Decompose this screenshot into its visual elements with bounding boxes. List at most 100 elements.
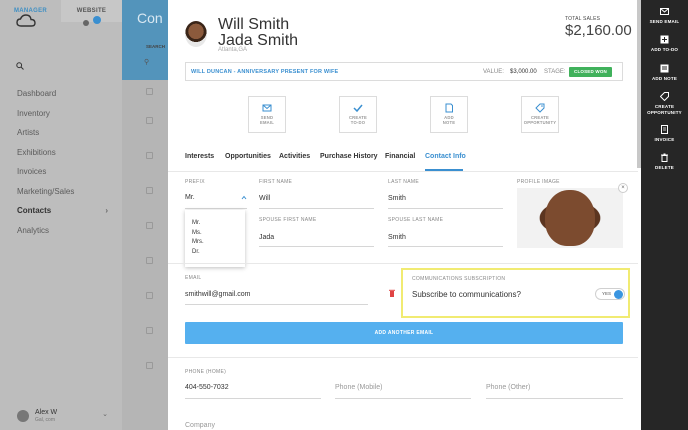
chevron-up-icon[interactable] (241, 195, 247, 200)
tab-opportunities[interactable]: Opportunities (225, 153, 271, 160)
tag-icon (660, 92, 669, 101)
tab-purchase-history[interactable]: Purchase History (320, 153, 378, 160)
phone-home-underline (185, 398, 321, 399)
mail-icon (262, 104, 272, 112)
section-divider (168, 263, 638, 264)
row-checkbox[interactable] (146, 257, 153, 264)
prefix-option-dr[interactable]: Dr. (185, 248, 245, 258)
chevron-right-icon: › (105, 206, 108, 215)
cloud-logo-icon (16, 14, 36, 27)
nav-item-dashboard[interactable]: Dashboard (0, 84, 122, 104)
nav-item-invoices[interactable]: Invoices (0, 162, 122, 182)
row-checkbox[interactable] (146, 222, 153, 229)
email-underline (185, 304, 368, 305)
plus-icon (660, 35, 669, 44)
row-checkbox[interactable] (146, 152, 153, 159)
avatar (17, 410, 29, 422)
phone-other-underline (486, 398, 623, 399)
nav-item-artists[interactable]: Artists (0, 123, 122, 143)
communications-subscription: COMMUNICATIONS SUBSCRIPTION Subscribe to… (401, 268, 630, 318)
user-subtitle: Gal, com (35, 417, 56, 423)
background-nav: Dashboard Inventory Artists Exhibitions … (0, 84, 122, 240)
row-checkbox[interactable] (146, 327, 153, 334)
row-checkbox[interactable] (146, 117, 153, 124)
spouse-last-label: SPOUSE LAST NAME (388, 217, 444, 223)
profile-image-label: PROFILE IMAGE (517, 179, 560, 185)
create-opportunity-button[interactable]: CREATE OPPORTUNITY (521, 96, 559, 133)
action-send-email[interactable]: SEND EMAIL (641, 7, 688, 25)
nav-item-exhibitions[interactable]: Exhibitions (0, 143, 122, 163)
subscription-toggle[interactable]: YES (595, 288, 625, 300)
user-menu[interactable]: Alex W Gal, com ⌄ (0, 400, 122, 430)
toggle-label: YES (602, 291, 612, 296)
background-header: Con SEARCH ⚲ (122, 0, 168, 80)
send-email-label-2: EMAIL (259, 120, 275, 125)
add-another-email-button[interactable]: ADD ANOTHER EMAIL (185, 322, 623, 344)
last-name-label: LAST NAME (388, 179, 419, 185)
phone-home-field[interactable]: 404-550-7032 (185, 384, 229, 391)
prefix-underline (185, 208, 247, 209)
remove-image-icon[interactable]: × (618, 183, 628, 193)
trash-icon[interactable] (389, 289, 395, 297)
invoice-icon (661, 125, 668, 134)
phone-other-field[interactable]: Phone (Other) (486, 384, 530, 391)
profile-image[interactable] (517, 188, 623, 248)
phone-home-label: PHONE (HOME) (185, 369, 227, 375)
action-create-opportunity[interactable]: CREATE OPPORTUNITY (641, 92, 688, 116)
action-invoice[interactable]: INVOICE (641, 125, 688, 143)
prefix-option-mr[interactable]: Mr. (185, 219, 245, 229)
note-icon (660, 64, 669, 73)
subscription-label: COMMUNICATIONS SUBSCRIPTION (412, 276, 506, 282)
tab-financial[interactable]: Financial (385, 153, 415, 160)
search-icon[interactable] (16, 62, 24, 70)
tabs-divider (168, 171, 638, 172)
contact-location: Atlanta,GA (218, 47, 248, 53)
prefix-option-mrs[interactable]: Mrs. (185, 238, 245, 248)
prefix-label: PREFIX (185, 179, 205, 185)
row-checkbox[interactable] (146, 292, 153, 299)
prefix-select[interactable]: Mr. (185, 194, 195, 201)
stage-badge: CLOSED WON (569, 67, 612, 77)
prefix-option-ms[interactable]: Ms. (185, 229, 245, 239)
contact-detail-panel: Will Smith Jada Smith Atlanta,GA TOTAL S… (168, 0, 641, 430)
first-name-field[interactable]: Will (259, 195, 270, 202)
opportunity-name[interactable]: WILL DUNCAN - ANNIVERSARY PRESENT FOR WI… (191, 69, 338, 75)
spouse-last-field[interactable]: Smith (388, 234, 406, 241)
tag-icon (535, 103, 545, 113)
nav-item-marketing-sales[interactable]: Marketing/Sales (0, 182, 122, 202)
nav-item-analytics[interactable]: Analytics (0, 221, 122, 241)
page-title: Con (137, 10, 163, 26)
send-email-button[interactable]: SEND EMAIL (248, 96, 286, 133)
trash-icon (661, 153, 668, 162)
first-name-underline (259, 208, 374, 209)
action-delete[interactable]: DELETE (641, 153, 688, 171)
company-field[interactable]: Company (185, 422, 215, 429)
last-name-field[interactable]: Smith (388, 195, 406, 202)
toggle-knob (614, 290, 623, 299)
filter-icon[interactable]: ⚲ (144, 58, 149, 66)
create-opportunity-label-2: OPPORTUNITY (523, 120, 557, 125)
total-sales-value: $2,160.00 (565, 22, 632, 39)
phone-mobile-field[interactable]: Phone (Mobile) (335, 384, 382, 391)
mail-icon (660, 8, 669, 15)
phone-mobile-underline (335, 398, 471, 399)
create-todo-label-2: TO-DO (350, 120, 366, 125)
tab-interests[interactable]: Interests (185, 153, 214, 160)
action-add-todo[interactable]: ADD TO-DO (641, 35, 688, 53)
settings-icon[interactable] (82, 14, 104, 28)
tab-contact-info[interactable]: Contact Info (425, 153, 466, 160)
action-add-note[interactable]: ADD NOTE (641, 64, 688, 82)
contact-avatar (185, 21, 207, 47)
nav-item-contacts[interactable]: Contacts › (0, 201, 122, 221)
add-note-button[interactable]: ADD NOTE (430, 96, 468, 133)
nav-item-inventory[interactable]: Inventory (0, 104, 122, 124)
email-field[interactable]: smithwill@gmail.com (185, 291, 250, 298)
row-checkbox[interactable] (146, 88, 153, 95)
row-checkbox[interactable] (146, 362, 153, 369)
tab-activities[interactable]: Activities (279, 153, 310, 160)
row-checkbox[interactable] (146, 187, 153, 194)
spouse-first-field[interactable]: Jada (259, 234, 274, 241)
create-todo-button[interactable]: CREATE TO-DO (339, 96, 377, 133)
spouse-last-underline (388, 246, 503, 247)
opportunity-bar[interactable]: WILL DUNCAN - ANNIVERSARY PRESENT FOR WI… (185, 62, 623, 81)
